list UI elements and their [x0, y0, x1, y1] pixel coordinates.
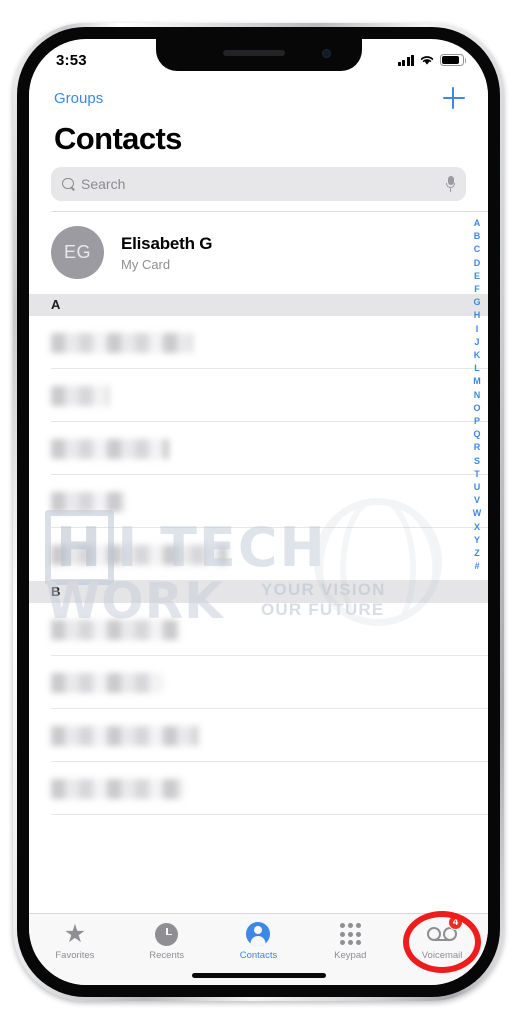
index-letter[interactable]: # [474, 560, 479, 573]
battery-icon [440, 54, 467, 66]
keypad-dots-icon [339, 921, 361, 947]
divider [51, 211, 488, 212]
index-letter[interactable]: C [474, 243, 481, 256]
table-row[interactable] [29, 369, 488, 422]
table-row[interactable] [29, 603, 488, 656]
tab-label: Voicemail [421, 950, 463, 961]
contact-sections: AB [29, 294, 488, 815]
index-letter[interactable]: N [474, 389, 481, 402]
table-row[interactable] [29, 762, 488, 815]
redacted-contact-name [51, 672, 163, 693]
redacted-contact-name [51, 385, 109, 406]
voicemail-badge-count: 4 [448, 915, 464, 930]
avatar: EG [51, 226, 104, 279]
iphone-device-frame: 3:53 Groups Contacts Search EG Elisabeth… [13, 23, 504, 1001]
person-circle-icon [246, 921, 271, 947]
navigation-bar: Groups [29, 77, 488, 119]
index-letter[interactable]: W [473, 507, 482, 520]
tab-contacts[interactable]: Contacts [213, 914, 305, 971]
index-letter[interactable]: S [474, 455, 480, 468]
index-letter[interactable]: L [474, 362, 480, 375]
table-row[interactable] [29, 709, 488, 762]
index-letter[interactable]: T [474, 468, 480, 481]
redacted-contact-name [51, 544, 227, 565]
screenshot-stage: 3:53 Groups Contacts Search EG Elisabeth… [0, 0, 517, 1024]
table-row[interactable] [29, 528, 488, 581]
index-letter[interactable]: K [474, 349, 481, 362]
index-letter[interactable]: I [476, 323, 479, 336]
tab-label: Favorites [55, 950, 95, 961]
index-letter[interactable]: U [474, 481, 481, 494]
tab-label: Keypad [334, 950, 367, 961]
index-letter[interactable]: G [473, 296, 480, 309]
status-time: 3:53 [56, 51, 87, 69]
index-letter[interactable]: Q [473, 428, 480, 441]
index-letter[interactable]: R [474, 441, 481, 454]
my-card-row[interactable]: EG Elisabeth G My Card [29, 212, 488, 294]
front-camera-icon [321, 49, 331, 58]
section-header: B [29, 581, 488, 603]
index-letter[interactable]: Z [474, 547, 480, 560]
index-letter[interactable]: P [474, 415, 480, 428]
status-indicators [397, 54, 467, 66]
contacts-list[interactable]: EG Elisabeth G My Card AB HI TECH WORK Y… [29, 212, 488, 913]
tab-voicemail[interactable]: 4 Voicemail [396, 914, 488, 971]
index-letter[interactable]: H [474, 309, 481, 322]
tab-label: Recents [149, 950, 185, 961]
index-letter[interactable]: F [474, 283, 480, 296]
device-bezel: 3:53 Groups Contacts Search EG Elisabeth… [17, 27, 500, 997]
voicemail-icon: 4 [427, 915, 464, 947]
tab-label: Contacts [239, 950, 278, 961]
star-icon: ★ [63, 919, 87, 948]
redacted-contact-name [51, 725, 199, 746]
tab-keypad[interactable]: Keypad [304, 914, 396, 971]
redacted-contact-name [51, 332, 193, 353]
index-letter[interactable]: B [474, 230, 481, 243]
table-row[interactable] [29, 656, 488, 709]
earpiece-speaker-icon [222, 50, 285, 56]
plus-icon[interactable] [442, 86, 466, 110]
tab-favorites[interactable]: ★ Favorites [29, 914, 121, 971]
search-bar-container: Search [29, 167, 488, 201]
device-screen: 3:53 Groups Contacts Search EG Elisabeth… [29, 39, 488, 985]
table-row[interactable] [29, 475, 488, 528]
redacted-contact-name [51, 778, 183, 799]
clock-icon [155, 921, 179, 947]
search-input[interactable]: Search [51, 167, 466, 201]
search-placeholder: Search [81, 176, 126, 192]
index-letter[interactable]: A [474, 217, 481, 230]
groups-button[interactable]: Groups [54, 90, 103, 107]
index-letter[interactable]: J [474, 336, 479, 349]
index-letter[interactable]: O [473, 402, 480, 415]
alphabet-index[interactable]: A B C D E F G H I J K L M N O P Q R S T U V W X Y Z # [469, 217, 485, 573]
index-letter[interactable]: D [474, 257, 481, 270]
microphone-icon[interactable] [446, 176, 455, 192]
notch [155, 39, 362, 71]
wifi-icon [420, 56, 434, 65]
my-card-subtitle: My Card [121, 256, 171, 272]
home-indicator[interactable] [191, 973, 326, 978]
index-letter[interactable]: V [474, 494, 480, 507]
table-row[interactable] [29, 422, 488, 475]
page-title: Contacts [29, 117, 488, 157]
redacted-contact-name [51, 491, 125, 512]
cellular-signal-icon [397, 54, 414, 66]
index-letter[interactable]: E [474, 270, 480, 283]
redacted-contact-name [51, 438, 169, 459]
section-header: A [29, 294, 488, 316]
tab-recents[interactable]: Recents [121, 914, 213, 971]
search-icon [62, 177, 75, 191]
index-letter[interactable]: M [473, 375, 481, 388]
redacted-contact-name [51, 619, 179, 640]
index-letter[interactable]: Y [474, 534, 480, 547]
index-letter[interactable]: X [474, 521, 480, 534]
my-card-name: Elisabeth G [121, 233, 213, 253]
table-row[interactable] [29, 316, 488, 369]
